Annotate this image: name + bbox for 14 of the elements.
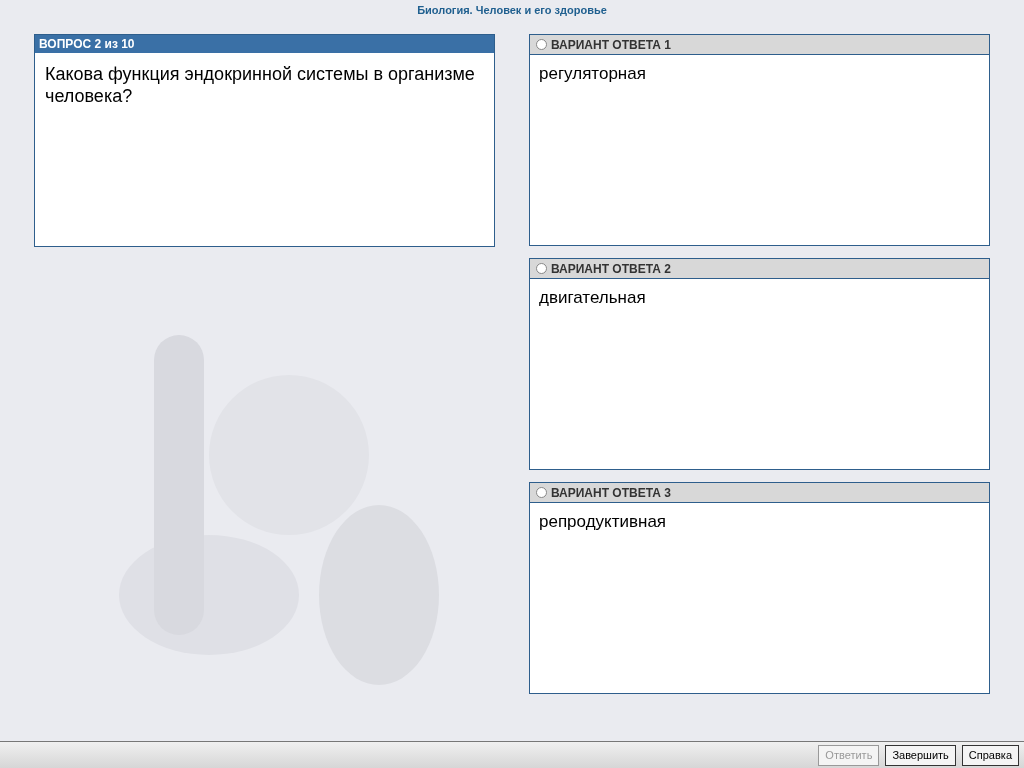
answer-label: ВАРИАНТ ОТВЕТА 1 (551, 37, 671, 52)
answer-text: репродуктивная (538, 511, 668, 533)
toolbar-button[interactable]: Завершить (885, 744, 956, 766)
answer-text: регуляторная (538, 63, 647, 85)
answer-label: ВАРИАНТ ОТВЕТА 3 (551, 485, 671, 500)
answer-text: двигательная (538, 287, 647, 309)
question-text: Какова функция эндокринной системы в организме человека? (44, 63, 476, 108)
question-header: ВОПРОС 2 из 10 (35, 35, 494, 53)
radio-button[interactable] (536, 487, 547, 498)
toolbar-button[interactable]: Справка (961, 744, 1019, 766)
radio-button[interactable] (536, 39, 547, 50)
page-title: Биология. Человек и его здоровье (417, 3, 607, 17)
answer-label: ВАРИАНТ ОТВЕТА 2 (551, 261, 671, 276)
radio-button[interactable] (536, 263, 547, 274)
